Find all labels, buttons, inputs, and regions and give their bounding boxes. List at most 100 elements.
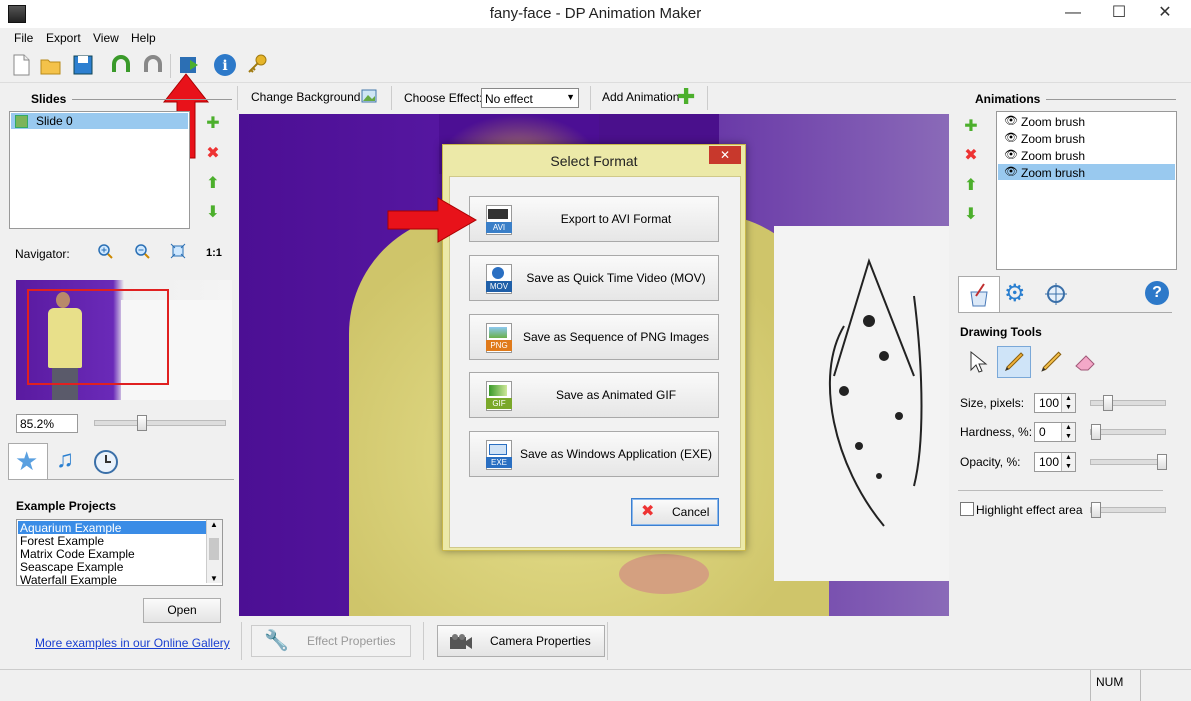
key-icon[interactable] [244, 52, 270, 78]
gears-icon[interactable]: ⚙ [1004, 279, 1026, 308]
animation-item[interactable]: 👁 Zoom brush [998, 130, 1175, 146]
add-slide-icon[interactable]: ✚ [204, 115, 222, 133]
animations-list[interactable]: 👁 Zoom brush 👁 Zoom brush 👁 Zoom brush 👁… [996, 111, 1177, 270]
change-background-button[interactable]: Change Background [251, 90, 360, 104]
zoom-slider-thumb[interactable] [137, 415, 147, 431]
highlight-slider[interactable] [1090, 502, 1166, 518]
hardness-slider-thumb[interactable] [1091, 424, 1101, 440]
slide-item[interactable]: Slide 0 [11, 113, 188, 129]
open-folder-icon[interactable] [38, 52, 64, 78]
menu-view[interactable]: View [93, 31, 119, 45]
delete-animation-icon[interactable]: ✖ [962, 147, 980, 165]
highlight-checkbox[interactable] [960, 502, 974, 516]
zoom-in-icon[interactable] [97, 243, 113, 259]
help-icon[interactable]: ? [1145, 281, 1169, 305]
size-label: Size, pixels: [960, 396, 1025, 410]
eye-icon[interactable]: 👁 [1004, 148, 1018, 161]
opacity-spinner[interactable]: 100 ▲ ▼ [1034, 452, 1076, 472]
delete-slide-icon[interactable]: ✖ [204, 145, 222, 163]
example-item[interactable]: Forest Example [20, 534, 104, 548]
pointer-icon[interactable] [966, 349, 988, 375]
zoom-input[interactable]: 85.2% [16, 414, 78, 433]
effect-select[interactable]: No effect ▼ [481, 88, 579, 108]
brush-cup-icon [970, 283, 988, 307]
crosshair-icon[interactable] [1044, 282, 1068, 306]
eye-icon[interactable]: 👁 [1004, 131, 1018, 144]
num-lock-indicator: NUM [1096, 675, 1124, 689]
info-icon[interactable]: i [212, 52, 238, 78]
cancel-button[interactable]: ✖ Cancel [631, 498, 719, 526]
tab-examples[interactable]: ★ [8, 443, 48, 480]
highlight-slider-thumb[interactable] [1091, 502, 1101, 518]
zoom-out-icon[interactable] [134, 243, 150, 259]
hardness-spinner[interactable]: 0 ▲ ▼ [1034, 422, 1076, 442]
red-arrow-right-annotation [387, 197, 477, 243]
example-projects-list[interactable]: Aquarium Example Forest Example Matrix C… [16, 519, 223, 586]
save-gif-button[interactable]: GIF Save as Animated GIF [469, 372, 719, 418]
size-slider-thumb[interactable] [1103, 395, 1113, 411]
picture-icon[interactable] [360, 87, 378, 105]
spinner-arrows-icon[interactable]: ▲ ▼ [1061, 453, 1075, 471]
fit-to-window-icon[interactable] [170, 243, 186, 259]
eye-icon[interactable]: 👁 [1004, 165, 1018, 178]
undo-icon[interactable] [108, 52, 134, 78]
menu-file[interactable]: File [14, 31, 33, 45]
dialog-close-button[interactable]: ✕ [709, 146, 741, 164]
pencil-icon[interactable] [1038, 349, 1064, 375]
move-slide-down-icon[interactable]: ⬇ [204, 204, 222, 222]
example-item[interactable]: Matrix Code Example [20, 547, 135, 561]
menu-export[interactable]: Export [46, 31, 81, 45]
eraser-icon[interactable] [1072, 349, 1098, 375]
new-file-icon[interactable] [8, 52, 34, 78]
save-png-button[interactable]: PNG Save as Sequence of PNG Images [469, 314, 719, 360]
animation-item-label: Zoom brush [1021, 149, 1086, 163]
camera-properties-button[interactable]: Camera Properties [437, 625, 605, 657]
move-animation-down-icon[interactable]: ⬇ [962, 206, 980, 224]
save-mov-button[interactable]: MOV Save as Quick Time Video (MOV) [469, 255, 719, 301]
add-animation-icon[interactable]: ✚ [962, 118, 980, 136]
save-exe-button[interactable]: EXE Save as Windows Application (EXE) [469, 431, 719, 477]
opacity-slider-thumb[interactable] [1157, 454, 1167, 470]
open-example-button[interactable]: Open [143, 598, 221, 623]
star-icon: ★ [15, 446, 39, 476]
animation-item[interactable]: 👁 Zoom brush [998, 113, 1175, 129]
example-item[interactable]: Waterfall Example [20, 573, 117, 585]
size-spinner[interactable]: 100 ▲ ▼ [1034, 393, 1076, 413]
menu-help[interactable]: Help [131, 31, 156, 45]
spinner-arrows-icon[interactable]: ▲ ▼ [1061, 423, 1075, 441]
actual-size-button[interactable]: 1:1 [206, 247, 222, 259]
eye-icon[interactable]: 👁 [1004, 114, 1018, 127]
add-animation-plus-icon[interactable]: ✚ [677, 84, 695, 110]
opacity-slider[interactable] [1090, 454, 1167, 470]
example-item[interactable]: Seascape Example [20, 560, 123, 574]
minimize-button[interactable]: — [1050, 2, 1096, 24]
move-slide-up-icon[interactable]: ⬆ [204, 175, 222, 193]
slides-title: Slides [31, 92, 67, 106]
example-item-selected[interactable]: Aquarium Example [18, 521, 207, 535]
save-icon[interactable] [70, 52, 96, 78]
brush-tool-button[interactable] [997, 346, 1031, 378]
move-animation-up-icon[interactable]: ⬆ [962, 177, 980, 195]
hardness-slider[interactable] [1090, 424, 1166, 440]
tab-drawing-tools[interactable] [958, 276, 1000, 313]
drawing-tools-title: Drawing Tools [960, 325, 1042, 339]
export-avi-label: Export to AVI Format [560, 212, 672, 226]
navigator-viewport-frame[interactable] [27, 289, 169, 385]
clock-icon[interactable] [93, 449, 119, 475]
size-slider[interactable] [1090, 395, 1166, 411]
zoom-slider[interactable] [94, 415, 226, 431]
export-avi-button[interactable]: AVI Export to AVI Format [469, 196, 719, 242]
animation-item-selected[interactable]: 👁 Zoom brush [998, 164, 1175, 180]
chevron-down-icon: ▼ [566, 92, 575, 102]
slides-list[interactable]: Slide 0 [9, 111, 190, 229]
add-animation-button[interactable]: Add Animation [602, 90, 679, 104]
camera-properties-label: Camera Properties [490, 634, 591, 648]
spinner-arrows-icon[interactable]: ▲ ▼ [1061, 394, 1075, 412]
online-gallery-link[interactable]: More examples in our Online Gallery [35, 636, 230, 650]
music-note-icon[interactable]: ♫ [56, 446, 74, 474]
close-button[interactable]: ✕ [1142, 2, 1188, 24]
example-list-scrollbar[interactable]: ▲ ▼ [206, 520, 222, 583]
brush-icon [1005, 352, 1024, 371]
animation-item[interactable]: 👁 Zoom brush [998, 147, 1175, 163]
maximize-button[interactable]: ☐ [1096, 2, 1142, 24]
